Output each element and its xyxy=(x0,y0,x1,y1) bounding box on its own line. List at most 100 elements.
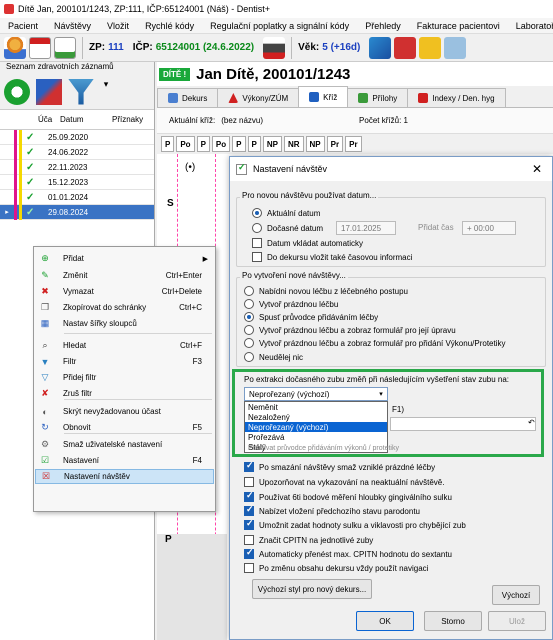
radio-after-visit-option[interactable]: Vytvoř prázdnou léčbu xyxy=(244,299,338,309)
lab-icon[interactable] xyxy=(369,36,392,59)
extraction-label: Po extrakci dočasného zubu změň při násl… xyxy=(244,375,510,384)
menu-item-add[interactable]: ⊕ Přidat ▶ xyxy=(35,251,214,266)
radio-current-date[interactable]: Aktuální datum xyxy=(252,208,320,218)
radio-after-visit-option[interactable]: Nabídni novou léčbu z léčebného postupu xyxy=(244,286,408,296)
dekurs-icon xyxy=(168,93,178,103)
edit-record-icon[interactable] xyxy=(36,78,62,105)
menu-item-settings[interactable]: ☑ Nastavení F4 xyxy=(35,453,214,468)
settings-icon: ☑ xyxy=(40,455,50,465)
add-time-field[interactable]: + 00:00 xyxy=(462,221,516,235)
cross-count[interactable]: Počet křížů: 1 xyxy=(359,116,408,125)
current-cross-value[interactable]: (bez názvu) xyxy=(221,116,263,125)
menu-navstevy[interactable]: Návštěvy xyxy=(46,21,99,31)
dropdown-option[interactable]: Prořezává xyxy=(245,432,387,442)
menu-item-hide[interactable]: ◐ Skrýt nevyžadovanou účast xyxy=(35,404,214,419)
menu-item-reset-settings[interactable]: ⚙ Smaž uživatelské nastavení xyxy=(35,437,214,452)
menu-item-add-filter[interactable]: ▽ Přidej filtr xyxy=(35,370,214,385)
extraction-text-field[interactable] xyxy=(390,417,536,431)
documents-icon[interactable] xyxy=(444,36,467,59)
settings-checkbox[interactable]: Používat 6ti bodové měření hloubky gingi… xyxy=(244,490,452,502)
more-icon[interactable]: ▾ xyxy=(100,79,112,105)
menu-prehledy[interactable]: Přehledy xyxy=(357,21,409,31)
tooth-state-button[interactable]: Po xyxy=(211,136,231,152)
add-record-icon[interactable] xyxy=(4,78,30,105)
table-row[interactable]: ✓ 01.01.2024 xyxy=(0,189,154,205)
tooth-state-button[interactable]: P xyxy=(247,136,261,152)
radio-after-visit-option[interactable]: Vytvoř prázdnou léčbu a zobraz formulář … xyxy=(244,325,456,335)
printer-icon[interactable] xyxy=(263,36,286,59)
radio-after-visit-option[interactable]: Vytvoř prázdnou léčbu a zobraz formulář … xyxy=(244,338,506,348)
tab-vykony[interactable]: Výkony/ZÚM xyxy=(217,88,300,107)
default-style-button[interactable]: Výchozí styl pro nový dekurs... xyxy=(252,579,372,599)
settings-checkbox[interactable]: Automaticky přenést max. CPITN hodnotu d… xyxy=(244,547,452,559)
chart-letter-p: P xyxy=(165,534,172,545)
tab-dekurs[interactable]: Dekurs xyxy=(157,88,219,107)
checklist-icon[interactable] xyxy=(54,36,76,59)
tooth-state-button[interactable]: NP xyxy=(305,136,325,152)
extraction-state-select[interactable]: Neprořezaný (výchozí) ▾ xyxy=(244,387,388,401)
temp-date-field[interactable]: 17.01.2025 xyxy=(336,221,396,235)
menu-item-delete[interactable]: ✖ Vymazat Ctrl+Delete xyxy=(35,284,214,299)
settings-checkbox[interactable]: Umožnit zadat hodnoty sulku a viklavosti… xyxy=(244,518,466,530)
tooth-state-button[interactable]: P xyxy=(232,136,246,152)
save-button[interactable]: Ulož xyxy=(488,611,546,631)
settings-checkbox[interactable]: Upozorňovat na vykazování na neaktuální … xyxy=(244,477,444,487)
radio-after-visit-option[interactable]: Neudělej nic xyxy=(244,352,303,362)
medical-case-icon[interactable] xyxy=(394,36,417,59)
tooth-state-button[interactable]: P xyxy=(196,136,210,152)
tab-kriz[interactable]: Kříž xyxy=(298,86,349,107)
radio-temp-date[interactable]: Dočasné datum xyxy=(252,223,323,233)
dropdown-option[interactable]: Neprořezaný (výchozí) xyxy=(245,422,387,432)
reset-icon[interactable]: ↶ xyxy=(528,418,535,427)
col-date[interactable]: Datum xyxy=(56,115,84,124)
menu-laboratore[interactable]: Laboratoře xyxy=(508,21,553,31)
row-date: 25.09.2020 xyxy=(48,132,89,142)
menu-item-edit[interactable]: ✎ Změnit Ctrl+Enter xyxy=(35,268,214,283)
tab-prilohy[interactable]: Přílohy xyxy=(347,88,409,107)
patient-icon[interactable] xyxy=(4,36,26,59)
chevron-right-icon: ▶ xyxy=(202,255,208,263)
table-row[interactable]: ✓ 24.06.2022 xyxy=(0,144,154,160)
chart-letter-s: S xyxy=(167,198,174,209)
cross-toolbar: Aktuální kříž: (bez názvu) Počet křížů: … xyxy=(157,108,553,134)
settings-checkbox[interactable]: Po změnu obsahu dekursu vždy použít navi… xyxy=(244,563,428,573)
dropdown-option[interactable]: Nezaložený xyxy=(245,412,387,422)
menu-item-filter[interactable]: ▼ Filtr F3 xyxy=(35,354,214,369)
warning-icon[interactable] xyxy=(419,36,442,59)
menu-fakturace[interactable]: Fakturace pacientovi xyxy=(409,21,508,31)
menu-item-columns[interactable]: ▦ Nastav šířky sloupců xyxy=(35,316,214,331)
menu-pacient[interactable]: Pacient xyxy=(0,21,46,31)
settings-checkbox[interactable]: Po smazání návštěvy smaž vzniklé prázdné… xyxy=(244,460,435,472)
table-row[interactable]: ✓ 22.11.2023 xyxy=(0,159,154,175)
calendar-icon[interactable] xyxy=(29,36,51,59)
table-row[interactable]: ✓ 25.09.2020 xyxy=(0,129,154,145)
col-flags[interactable]: Příznaky xyxy=(108,115,143,124)
tooth-state-button[interactable]: NR xyxy=(283,136,304,152)
defaults-button[interactable]: Výchozí xyxy=(492,585,540,605)
menu-item-copy[interactable]: ❐ Zkopírovat do schránky Ctrl+C xyxy=(35,300,214,315)
settings-checkbox[interactable]: Značit CPITN na jednotlivé zuby xyxy=(244,535,373,545)
filter-icon[interactable] xyxy=(68,78,94,105)
close-icon[interactable]: ✕ xyxy=(522,162,552,176)
menu-item-search[interactable]: ⌕ Hledat Ctrl+F xyxy=(35,338,214,353)
menu-vlozit[interactable]: Vložit xyxy=(99,21,137,31)
menu-item-visit-settings[interactable]: ☒ Nastavení návštěv xyxy=(35,469,214,484)
cb-date-auto[interactable]: Datum vkládat automaticky xyxy=(252,238,363,248)
tooth-state-button[interactable]: Pr xyxy=(326,136,344,152)
cancel-button[interactable]: Storno xyxy=(424,611,482,631)
cb-time-info[interactable]: Do dekursu vložit také časovou informaci xyxy=(252,252,412,262)
tooth-state-button[interactable]: NP xyxy=(262,136,282,152)
age-value: 5 (+16d) xyxy=(322,42,361,53)
tooth-state-button[interactable]: P xyxy=(161,136,175,152)
menu-regulacni-poplatky[interactable]: Regulační poplatky a signální kódy xyxy=(202,21,357,31)
menu-rychle-kody[interactable]: Rychlé kódy xyxy=(137,21,202,31)
tooth-state-button[interactable]: Po xyxy=(176,136,195,152)
radio-after-visit-option[interactable]: Spusť průvodce přidáváním léčby xyxy=(244,312,378,322)
tab-indexy[interactable]: Indexy / Den. hyg xyxy=(407,88,506,107)
dropdown-option[interactable]: Neměnit xyxy=(245,402,387,412)
settings-checkbox[interactable]: Nabízet vložení předchozího stavu parodo… xyxy=(244,504,420,516)
table-row[interactable]: ▸ ✓ 29.08.2024 xyxy=(0,204,154,220)
ok-button[interactable]: OK xyxy=(356,611,414,631)
table-row[interactable]: ✓ 15.12.2023 xyxy=(0,174,154,190)
tooth-state-button[interactable]: Pr xyxy=(345,136,362,152)
